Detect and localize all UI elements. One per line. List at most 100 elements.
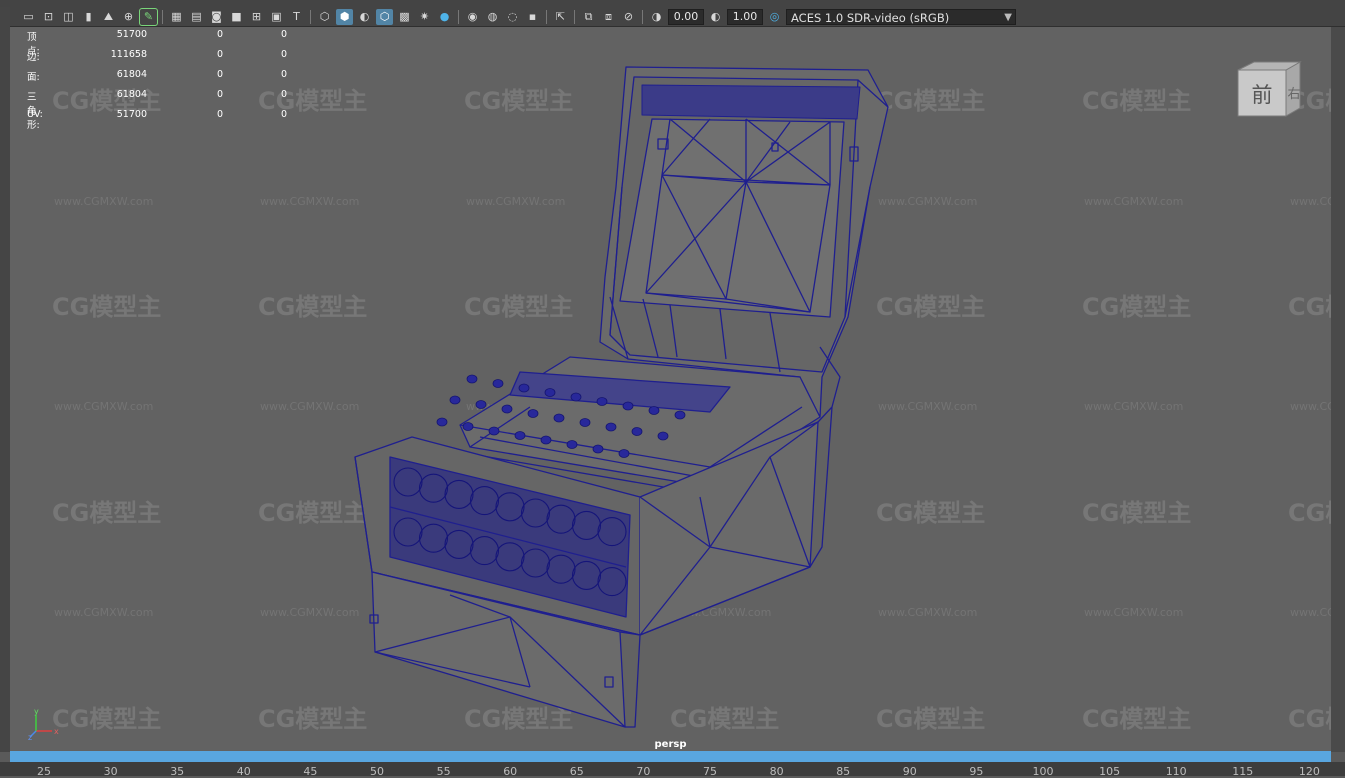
wireframe-model[interactable] (10, 27, 1331, 751)
frame-tick-label: 65 (569, 765, 584, 778)
hud-value: 0 (280, 49, 287, 60)
toolbar-separator (546, 9, 547, 24)
axis-y-label: y (34, 707, 39, 716)
frame-tick-label: 110 (1165, 765, 1187, 778)
image-plane-2-icon[interactable]: ⊕ (120, 9, 137, 25)
axis-gizmo: x y z (28, 707, 59, 741)
anti-aliasing-icon[interactable]: ◌ (504, 9, 521, 25)
frame-tick-label: 50 (370, 765, 384, 778)
field-chart-icon[interactable]: ⊞ (248, 9, 265, 25)
gate-mask-icon[interactable]: ■ (228, 9, 245, 25)
camera-attributes-icon[interactable]: ◫ (60, 9, 77, 25)
chevron-down-icon: ▼ (1004, 11, 1012, 23)
key-cap (566, 440, 578, 449)
hud-label: 面: (27, 72, 40, 83)
xray-joints-icon[interactable]: ⧈ (600, 9, 617, 25)
exposure-field[interactable]: 0.00 (668, 8, 704, 25)
pencil-grease-icon[interactable]: ✎ (139, 7, 158, 26)
toolbar-separator (310, 9, 311, 24)
hud-value: 0 (216, 29, 223, 40)
view-cube[interactable]: 前 右 (1236, 60, 1302, 120)
frame-tick-label: 90 (902, 765, 917, 778)
frame-tick-label: 85 (836, 765, 851, 778)
key-cap (501, 404, 513, 414)
key-cap (592, 444, 604, 454)
hud-value: 0 (280, 29, 287, 40)
key-cap (527, 409, 539, 418)
time-slider[interactable] (10, 751, 1331, 762)
xray-icon[interactable]: ⧉ (580, 9, 597, 25)
right-panel-edge (1331, 27, 1345, 752)
gamma-field[interactable]: 1.00 (727, 8, 763, 25)
hud-value: 0 (216, 69, 223, 80)
frame-tick-label: 115 (1232, 765, 1254, 778)
viewport-persp[interactable]: CG模型主CG模型主CG模型主CG模型主CG模型主CG模型主CG模型主CG模型主… (10, 27, 1331, 751)
key-cap (518, 383, 530, 393)
menu-bar (0, 0, 1345, 7)
view-cube-front-label[interactable]: 前 (1252, 83, 1273, 107)
panel-toolbar: ▭ ⊡ ◫ ▮ ⛰ ⊕ ✎ ▦ ▤ ◙ ■ ⊞ ▣ T ⬡ ⬢ ◐ ⬡ ▩ ✷ … (10, 7, 1345, 27)
safe-action-icon[interactable]: ▣ (268, 9, 285, 25)
bookmark-icon[interactable]: ▮ (80, 9, 97, 25)
motion-blur-icon[interactable]: ◍ (484, 9, 501, 25)
color-management-icon[interactable]: ◎ (766, 9, 783, 25)
key-cap (553, 413, 565, 423)
hud-value: 0 (280, 109, 287, 120)
frame-tick-label: 80 (769, 765, 784, 778)
hud-value: 51700 (116, 109, 147, 120)
hud-value: 0 (280, 89, 287, 100)
key-cap (466, 374, 478, 384)
frame-tick-label: 45 (303, 765, 318, 778)
frame-tick-label: 30 (103, 765, 118, 778)
lights-icon[interactable]: ✷ (416, 9, 433, 25)
key-cap (579, 418, 591, 427)
toolbar-separator (574, 9, 575, 24)
hud-label: 边: (27, 52, 40, 63)
resolution-gate-icon[interactable]: ◙ (208, 9, 225, 25)
frame-tick-label: 25 (37, 765, 51, 778)
depth-of-field-icon[interactable]: ▪ (524, 9, 541, 25)
exposure-icon[interactable]: ◑ (648, 9, 665, 25)
gamma-icon[interactable]: ◐ (707, 9, 724, 25)
colorspace-dropdown[interactable]: ACES 1.0 SDR-video (sRGB) ▼ (786, 8, 1016, 25)
key-cap (657, 431, 669, 441)
film-gate-icon[interactable]: ▤ (188, 9, 205, 25)
smooth-shade-icon[interactable]: ⬢ (336, 8, 353, 25)
textured-icon[interactable]: ▩ (396, 9, 413, 25)
key-cap (436, 417, 448, 427)
key-cap (475, 400, 487, 409)
isolate-select-icon[interactable]: ⇱ (552, 9, 569, 25)
frame-tick-label: 100 (1032, 765, 1054, 778)
key-cap (540, 435, 552, 445)
frame-tick-label: 55 (436, 765, 451, 778)
frame-tick-label: 60 (503, 765, 518, 778)
key-cap (596, 397, 608, 406)
camera-name-label: persp (654, 739, 687, 750)
key-cap (462, 422, 474, 431)
ambient-occlusion-icon[interactable]: ◉ (464, 9, 481, 25)
safe-title-icon[interactable]: T (288, 9, 305, 25)
toolbar-separator (642, 9, 643, 24)
wireframe-on-shaded-icon[interactable]: ⬡ (376, 8, 393, 25)
colorspace-value: ACES 1.0 SDR-video (sRGB) (791, 10, 950, 25)
camera-icon[interactable]: ▭ (20, 9, 37, 25)
frame-tick-label: 120 (1298, 765, 1320, 778)
frame-tick-label: 75 (703, 765, 717, 778)
grid-icon[interactable]: ▦ (168, 9, 185, 25)
hud-value: 111658 (110, 49, 147, 60)
hud-value: 0 (216, 89, 223, 100)
camera-lock-icon[interactable]: ⊡ (40, 9, 57, 25)
key-cap (674, 410, 686, 420)
shadows-icon[interactable]: ● (436, 9, 453, 25)
use-default-material-icon[interactable]: ◐ (356, 9, 373, 25)
xray-components-icon[interactable]: ⊘ (620, 9, 637, 25)
time-ruler[interactable]: 25 30 35 40 45 50 55 60 65 70 75 80 85 90 95 100 105 110 1… (0, 762, 1345, 778)
key-cap (622, 401, 634, 411)
frame-tick-label: 95 (969, 765, 984, 778)
wireframe-icon[interactable]: ⬡ (316, 9, 333, 25)
hud-value: 0 (280, 69, 287, 80)
key-cap (570, 392, 582, 402)
view-cube-right-label[interactable]: 右 (1287, 87, 1300, 102)
key-cap (488, 426, 500, 436)
image-plane-icon[interactable]: ⛰ (100, 9, 117, 25)
